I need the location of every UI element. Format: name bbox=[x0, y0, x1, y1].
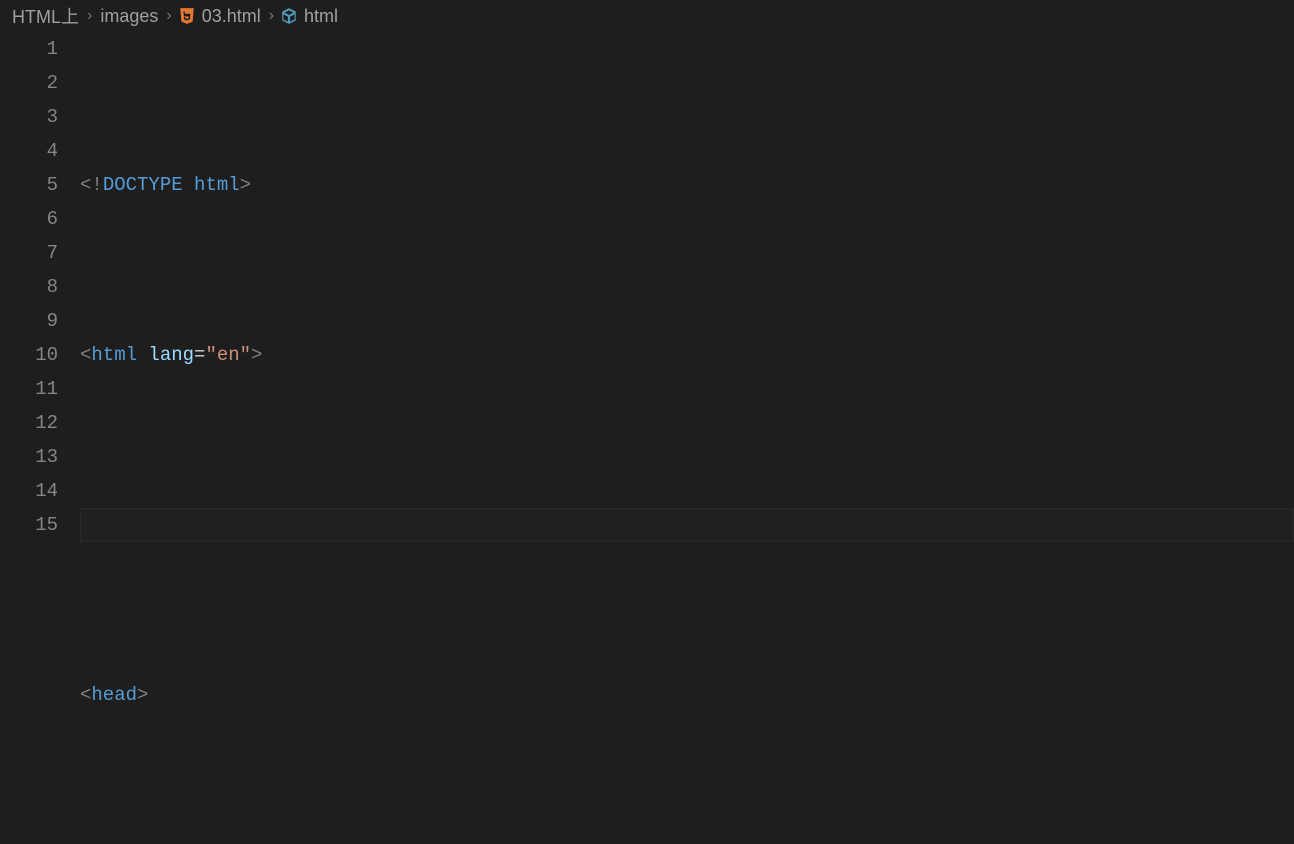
space bbox=[183, 168, 194, 202]
punct: < bbox=[80, 678, 91, 712]
chevron-right-icon: › bbox=[81, 7, 98, 25]
line-number: 13 bbox=[0, 440, 58, 474]
line-number-gutter: 1 2 3 4 5 6 7 8 9 10 11 12 13 14 15 bbox=[0, 32, 80, 844]
code-line[interactable]: <html lang="en"> bbox=[80, 338, 1294, 372]
line-number: 5 bbox=[0, 168, 58, 202]
code-editor[interactable]: 1 2 3 4 5 6 7 8 9 10 11 12 13 14 15 <!DO… bbox=[0, 32, 1294, 844]
symbol-icon bbox=[280, 7, 298, 25]
attr-lang: lang bbox=[148, 338, 194, 372]
breadcrumb-item[interactable]: html bbox=[302, 6, 340, 27]
breadcrumb-item[interactable]: images bbox=[98, 6, 160, 27]
chevron-right-icon: › bbox=[160, 7, 177, 25]
line-number: 14 bbox=[0, 474, 58, 508]
code-line[interactable]: <!DOCTYPE html> bbox=[80, 168, 1294, 202]
punct: > bbox=[240, 168, 251, 202]
line-number: 9 bbox=[0, 304, 58, 338]
doctype-html: html bbox=[194, 168, 240, 202]
eq: = bbox=[194, 338, 205, 372]
code-content[interactable]: <!DOCTYPE html> <html lang="en"> <head> … bbox=[80, 32, 1294, 844]
code-line[interactable]: <head> bbox=[80, 678, 1294, 712]
line-number: 12 bbox=[0, 406, 58, 440]
tag-html: html bbox=[91, 338, 137, 372]
line-number: 4 bbox=[0, 134, 58, 168]
breadcrumb-item[interactable]: 03.html bbox=[200, 6, 263, 27]
file-html-icon bbox=[178, 7, 196, 25]
line-number: 10 bbox=[0, 338, 58, 372]
line-number: 7 bbox=[0, 236, 58, 270]
line-number: 6 bbox=[0, 202, 58, 236]
code-line-current[interactable] bbox=[80, 508, 1294, 542]
line-number: 11 bbox=[0, 372, 58, 406]
line-number: 3 bbox=[0, 100, 58, 134]
tag-head: head bbox=[91, 678, 137, 712]
attr-value: "en" bbox=[205, 338, 251, 372]
punct: > bbox=[137, 678, 148, 712]
line-number: 2 bbox=[0, 66, 58, 100]
breadcrumb: HTML上 › images › 03.html › html bbox=[0, 0, 1294, 32]
line-number: 8 bbox=[0, 270, 58, 304]
punct: ! bbox=[91, 168, 102, 202]
punct: < bbox=[80, 168, 91, 202]
punct: < bbox=[80, 338, 91, 372]
breadcrumb-item[interactable]: HTML上 bbox=[10, 3, 81, 29]
chevron-right-icon: › bbox=[263, 7, 280, 25]
doctype-keyword: DOCTYPE bbox=[103, 168, 183, 202]
line-number: 1 bbox=[0, 32, 58, 66]
punct: > bbox=[251, 338, 262, 372]
line-number: 15 bbox=[0, 508, 58, 542]
